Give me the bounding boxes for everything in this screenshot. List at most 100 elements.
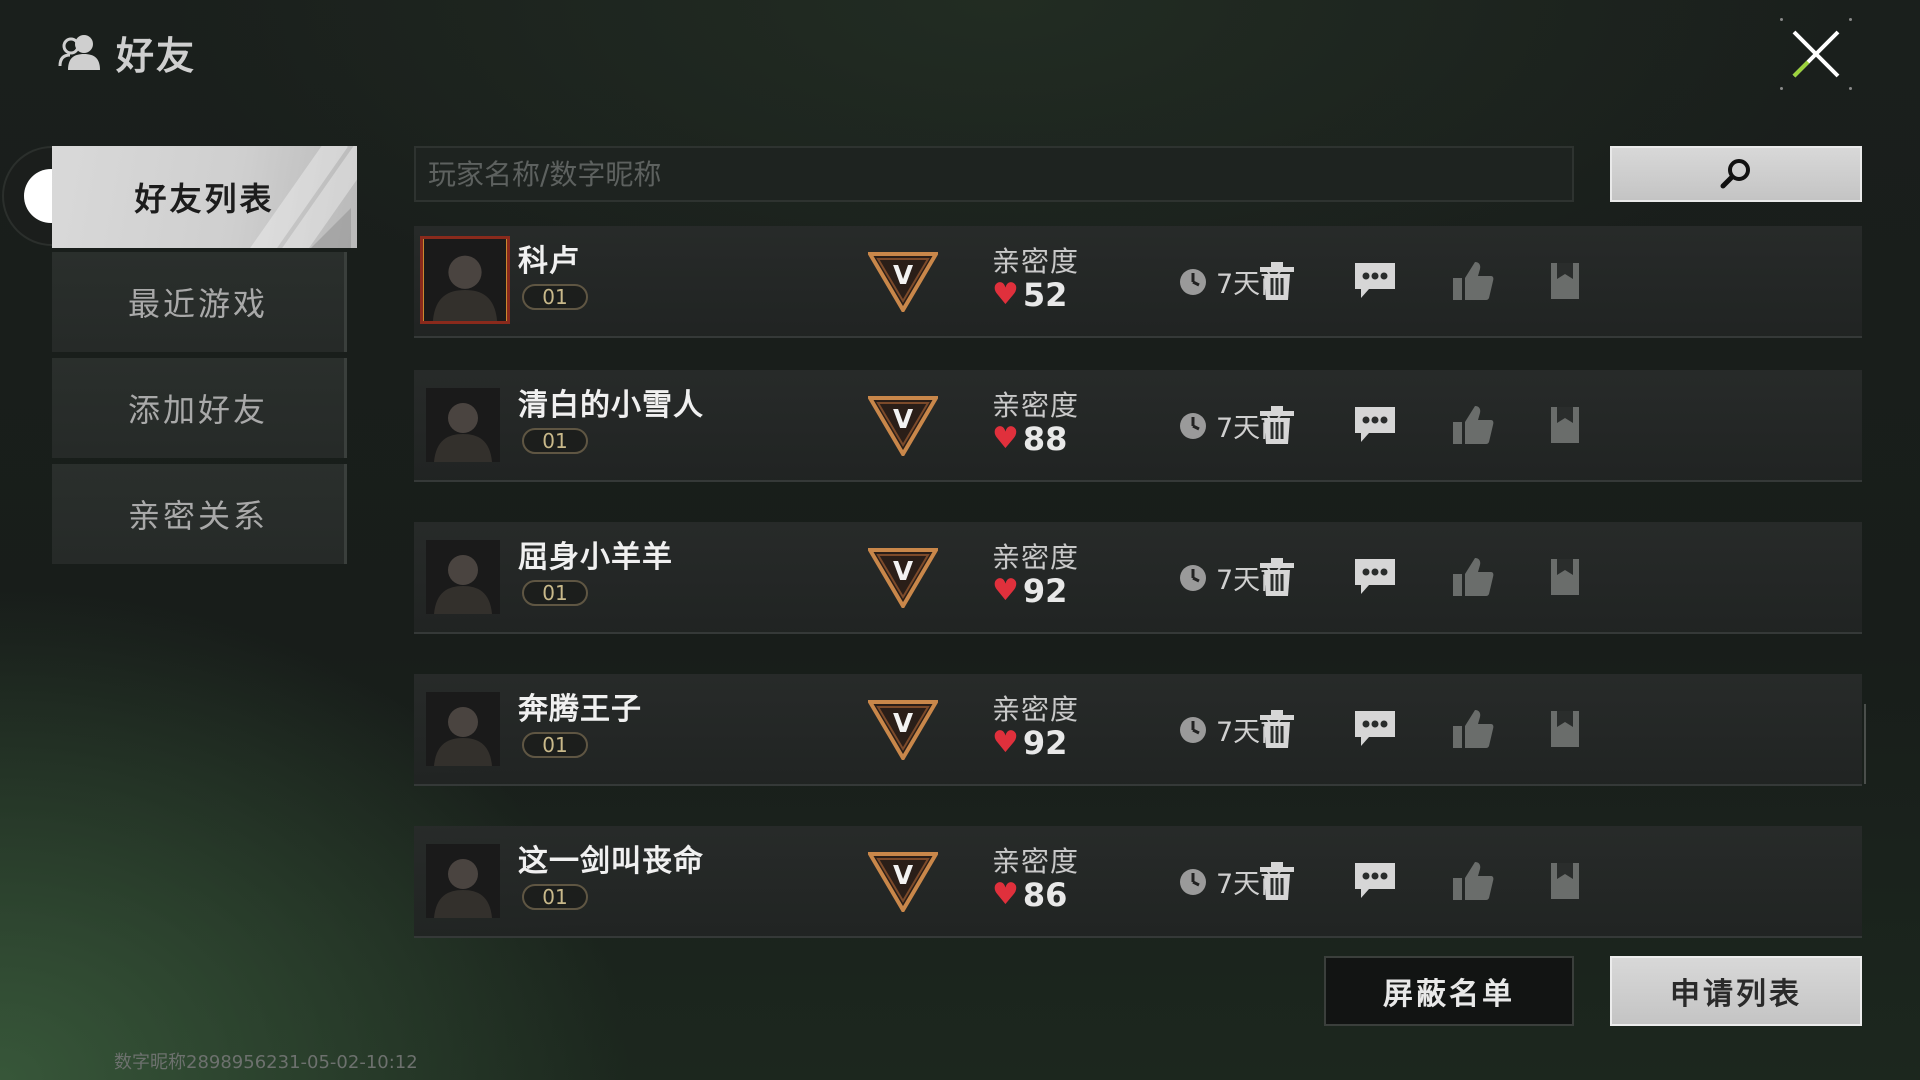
player-id-footer: 数字昵称2898956231-05-02-10:12 xyxy=(114,1052,418,1073)
intimacy-value: ♥ 92 xyxy=(992,572,1067,610)
bookmark-button[interactable] xyxy=(1540,856,1590,906)
svg-text:V: V xyxy=(893,861,913,891)
bookmark-button[interactable] xyxy=(1540,552,1590,602)
chat-button[interactable] xyxy=(1350,552,1400,602)
like-button[interactable] xyxy=(1448,400,1498,450)
like-button[interactable] xyxy=(1448,552,1498,602)
sidebar-item-intimacy[interactable]: 亲密关系 xyxy=(52,464,347,564)
sidebar-item-label: 添加好友 xyxy=(127,391,268,429)
friend-row[interactable]: 清白的小雪人 01 V 亲密度 ♥ 88 7天前 xyxy=(414,370,1862,482)
delete-button[interactable] xyxy=(1252,256,1302,306)
delete-icon xyxy=(1260,710,1294,748)
delete-button[interactable] xyxy=(1252,704,1302,754)
rank-badge-icon: V xyxy=(868,852,938,912)
apply-list-button[interactable]: 申请列表 xyxy=(1610,956,1862,1026)
delete-button[interactable] xyxy=(1252,400,1302,450)
rank-badge-icon: V xyxy=(868,700,938,760)
decor-corner xyxy=(311,208,351,248)
sidebar-item-add-friend[interactable]: 添加好友 xyxy=(52,358,347,458)
avatar[interactable] xyxy=(426,388,500,462)
friend-row[interactable]: 奔腾王子 01 V 亲密度 ♥ 92 7天前 xyxy=(414,674,1862,786)
like-icon xyxy=(1453,862,1494,900)
bookmark-button[interactable] xyxy=(1540,256,1590,306)
chat-button[interactable] xyxy=(1350,856,1400,906)
sidebar-item-friend-list[interactable]: 好友列表 xyxy=(52,146,357,248)
heart-icon: ♥ xyxy=(992,877,1019,912)
like-icon xyxy=(1453,558,1494,596)
delete-button[interactable] xyxy=(1252,856,1302,906)
intimacy-number: 92 xyxy=(1022,724,1068,762)
chat-icon xyxy=(1355,559,1395,594)
friend-name: 这一剑叫丧命 xyxy=(518,844,704,879)
chat-button[interactable] xyxy=(1350,704,1400,754)
intimacy-label: 亲密度 xyxy=(992,541,1080,574)
intimacy-label: 亲密度 xyxy=(992,245,1080,278)
heart-icon: ♥ xyxy=(992,421,1019,456)
bookmark-icon xyxy=(1551,559,1579,595)
intimacy-number: 52 xyxy=(1022,276,1068,314)
block-list-button[interactable]: 屏蔽名单 xyxy=(1324,956,1574,1026)
friend-row[interactable]: 这一剑叫丧命 01 V 亲密度 ♥ 86 7天前 xyxy=(414,826,1862,938)
avatar[interactable] xyxy=(426,692,500,766)
sidebar-item-label: 最近游戏 xyxy=(127,285,268,323)
level-badge: 01 xyxy=(522,580,588,606)
avatar[interactable] xyxy=(426,844,500,918)
close-icon xyxy=(1792,30,1840,78)
chat-button[interactable] xyxy=(1350,256,1400,306)
intimacy-label: 亲密度 xyxy=(992,389,1080,422)
bookmark-button[interactable] xyxy=(1540,704,1590,754)
friend-row[interactable]: 屈身小羊羊 01 V 亲密度 ♥ 92 7天前 xyxy=(414,522,1862,634)
level-badge: 01 xyxy=(522,732,588,758)
clock-icon xyxy=(1180,716,1206,743)
page-title: 好友 xyxy=(116,33,197,78)
clock-icon xyxy=(1180,564,1206,591)
friend-row[interactable]: 科卢 01 V 亲密度 ♥ 52 7天前 xyxy=(414,226,1862,338)
avatar-portrait xyxy=(424,239,506,321)
chat-icon xyxy=(1355,263,1395,298)
intimacy-value: ♥ 88 xyxy=(992,420,1067,458)
bookmark-icon xyxy=(1551,863,1579,899)
like-button[interactable] xyxy=(1448,256,1498,306)
level-badge: 01 xyxy=(522,428,588,454)
intimacy-value: ♥ 52 xyxy=(992,276,1067,314)
search-button[interactable] xyxy=(1610,146,1862,202)
chat-icon xyxy=(1355,407,1395,442)
close-button[interactable] xyxy=(1776,14,1856,94)
clock-icon xyxy=(1180,868,1206,895)
level-badge: 01 xyxy=(522,284,588,310)
chat-button[interactable] xyxy=(1350,400,1400,450)
level-badge: 01 xyxy=(522,884,588,910)
chat-icon xyxy=(1355,711,1395,746)
bookmark-icon xyxy=(1551,711,1579,747)
avatar-portrait xyxy=(426,844,500,918)
search-box xyxy=(414,146,1574,202)
friends-icon xyxy=(58,35,100,70)
sidebar-item-recent-games[interactable]: 最近游戏 xyxy=(52,252,347,352)
delete-icon xyxy=(1260,558,1294,596)
intimacy-number: 92 xyxy=(1022,572,1068,610)
avatar[interactable] xyxy=(426,540,500,614)
rank-badge-icon: V xyxy=(868,548,938,608)
scrollbar[interactable] xyxy=(1864,704,1866,784)
like-button[interactable] xyxy=(1448,856,1498,906)
like-button[interactable] xyxy=(1448,704,1498,754)
bookmark-button[interactable] xyxy=(1540,400,1590,450)
friend-name: 屈身小羊羊 xyxy=(518,540,673,575)
avatar-portrait xyxy=(426,540,500,614)
clock-icon xyxy=(1180,268,1206,295)
avatar-portrait xyxy=(426,388,500,462)
heart-icon: ♥ xyxy=(992,725,1019,760)
friend-name: 清白的小雪人 xyxy=(518,388,704,423)
like-icon xyxy=(1453,406,1494,444)
friend-name: 奔腾王子 xyxy=(518,692,642,727)
sidebar-item-label: 亲密关系 xyxy=(127,497,268,535)
search-icon xyxy=(1720,159,1750,189)
intimacy-number: 86 xyxy=(1022,876,1068,914)
delete-button[interactable] xyxy=(1252,552,1302,602)
sidebar-item-label: 好友列表 xyxy=(134,180,275,218)
intimacy-label: 亲密度 xyxy=(992,845,1080,878)
rank-badge-icon: V xyxy=(868,396,938,456)
avatar[interactable] xyxy=(420,236,510,324)
search-input[interactable] xyxy=(416,148,1572,200)
bookmark-icon xyxy=(1551,263,1579,299)
